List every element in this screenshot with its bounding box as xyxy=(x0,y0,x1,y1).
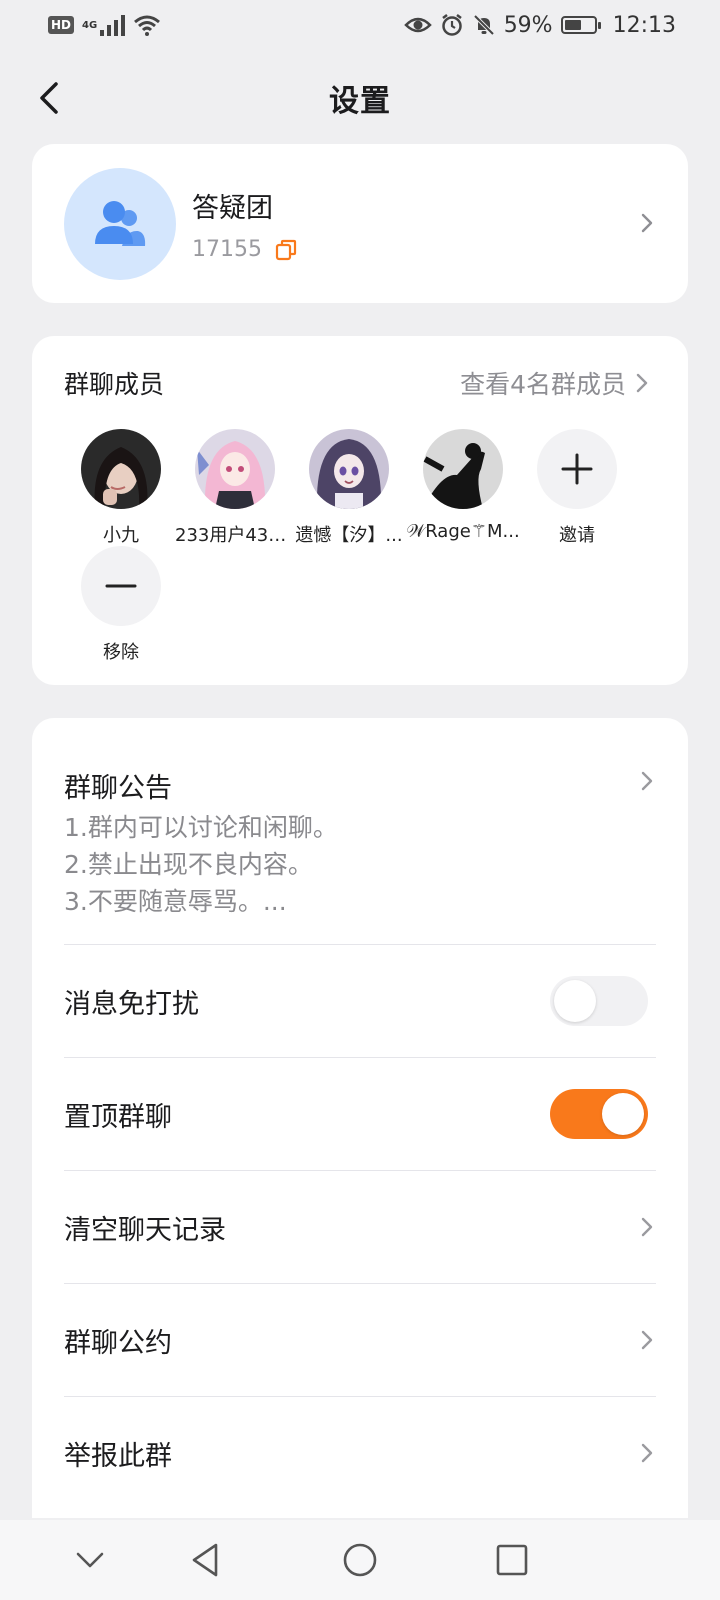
clear-history-row[interactable]: 清空聊天记录 xyxy=(64,1208,656,1247)
divider xyxy=(64,944,656,945)
invite-member-button[interactable]: 邀请 xyxy=(518,429,636,547)
notice-line: 3.不要随意辱骂。... xyxy=(64,887,287,916)
group-avatar xyxy=(64,168,176,280)
report-group-label: 举报此群 xyxy=(64,1441,172,1472)
divider xyxy=(64,1057,656,1058)
avatar xyxy=(423,429,503,509)
view-all-members-label: 查看4名群成员 xyxy=(460,370,626,399)
chevron-right-icon xyxy=(641,1330,653,1350)
chevron-left-icon xyxy=(40,82,58,114)
group-notice-title: 群聊公告 xyxy=(64,773,172,804)
chevron-right-icon xyxy=(641,1217,653,1237)
chevron-right-icon xyxy=(636,373,648,393)
battery-percent: 59% xyxy=(503,12,553,38)
group-name: 答疑团 xyxy=(192,193,273,224)
member-name: 小九 xyxy=(103,525,139,546)
remove-label: 移除 xyxy=(103,642,139,663)
status-bar: HD 4G 59% 12:13 xyxy=(0,0,720,50)
notice-line: 1.群内可以讨论和闲聊。 xyxy=(64,813,338,842)
nav-home-button[interactable] xyxy=(340,1540,380,1580)
network-type: 4G xyxy=(82,20,98,31)
group-notice-content: 1.群内可以讨论和闲聊。 2.禁止出现不良内容。 3.不要随意辱骂。... xyxy=(64,809,656,920)
circle-home-icon xyxy=(343,1543,377,1577)
wifi-icon xyxy=(134,15,161,36)
pin-toggle[interactable] xyxy=(550,1089,648,1139)
minus-icon xyxy=(105,584,137,588)
nav-collapse-button[interactable] xyxy=(70,1540,110,1580)
group-notice-row[interactable]: 群聊公告 1.群内可以讨论和闲聊。 2.禁止出现不良内容。 3.不要随意辱骂。.… xyxy=(64,766,656,920)
alarm-icon xyxy=(441,14,462,36)
chevron-right-icon xyxy=(641,213,653,233)
triangle-back-icon xyxy=(192,1543,218,1577)
settings-card: 群聊公告 1.群内可以讨论和闲聊。 2.禁止出现不良内容。 3.不要随意辱骂。.… xyxy=(32,718,688,1518)
chevron-right-icon xyxy=(641,771,653,791)
chevron-right-icon xyxy=(641,1443,653,1463)
member-name: 遗憾【汐】... xyxy=(295,525,403,546)
member-item[interactable]: 小九 xyxy=(62,429,180,547)
avatar xyxy=(195,429,275,509)
divider xyxy=(64,1170,656,1171)
battery-level xyxy=(564,20,582,30)
chevron-down-icon xyxy=(76,1552,104,1568)
remove-circle xyxy=(81,546,161,626)
members-title: 群聊成员 xyxy=(64,370,165,399)
square-recents-icon xyxy=(496,1544,528,1576)
nav-back-button[interactable] xyxy=(186,1540,226,1580)
group-info-card[interactable]: 答疑团 17155 xyxy=(32,144,688,303)
member-item[interactable]: 𝒲Rage⚚M... xyxy=(404,429,522,542)
top-bar: 设置 xyxy=(0,60,720,135)
plus-icon xyxy=(561,453,593,485)
toggle-knob xyxy=(602,1093,644,1135)
mute-toggle[interactable] xyxy=(550,976,648,1026)
signal-icon xyxy=(100,15,126,36)
copy-icon[interactable] xyxy=(274,238,298,262)
notice-line: 2.禁止出现不良内容。 xyxy=(64,850,313,879)
eye-icon xyxy=(403,17,432,33)
view-all-members-link[interactable]: 查看4名群成员 xyxy=(460,365,652,401)
member-name: 𝒲Rage⚚M... xyxy=(406,521,520,542)
group-id: 17155 xyxy=(192,237,262,262)
member-name: 233用户438... xyxy=(175,525,295,546)
group-rules-row[interactable]: 群聊公约 xyxy=(64,1321,656,1360)
hd-indicator: HD xyxy=(48,16,75,34)
divider xyxy=(64,1283,656,1284)
clock: 12:13 xyxy=(612,12,676,38)
battery-icon xyxy=(560,16,601,34)
system-nav-bar xyxy=(0,1520,720,1600)
invite-label: 邀请 xyxy=(559,525,595,546)
member-item[interactable]: 233用户438... xyxy=(175,429,295,547)
mute-bell-icon xyxy=(473,14,495,36)
avatar xyxy=(81,429,161,509)
remove-member-button[interactable]: 移除 xyxy=(62,546,180,664)
page-title: 设置 xyxy=(329,83,391,119)
toggle-knob xyxy=(554,980,596,1022)
group-rules-label: 群聊公约 xyxy=(64,1328,172,1359)
member-item[interactable]: 遗憾【汐】... xyxy=(290,429,408,547)
back-button[interactable] xyxy=(30,78,70,118)
members-card: 群聊成员 查看4名群成员 小九 233用户438... 遗憾【汐】... 𝒲Ra… xyxy=(32,336,688,685)
avatar xyxy=(309,429,389,509)
clear-history-label: 清空聊天记录 xyxy=(64,1215,226,1246)
report-group-row[interactable]: 举报此群 xyxy=(64,1434,656,1473)
nav-recents-button[interactable] xyxy=(492,1540,532,1580)
group-users-icon xyxy=(95,201,146,246)
divider xyxy=(64,1396,656,1397)
invite-circle xyxy=(537,429,617,509)
